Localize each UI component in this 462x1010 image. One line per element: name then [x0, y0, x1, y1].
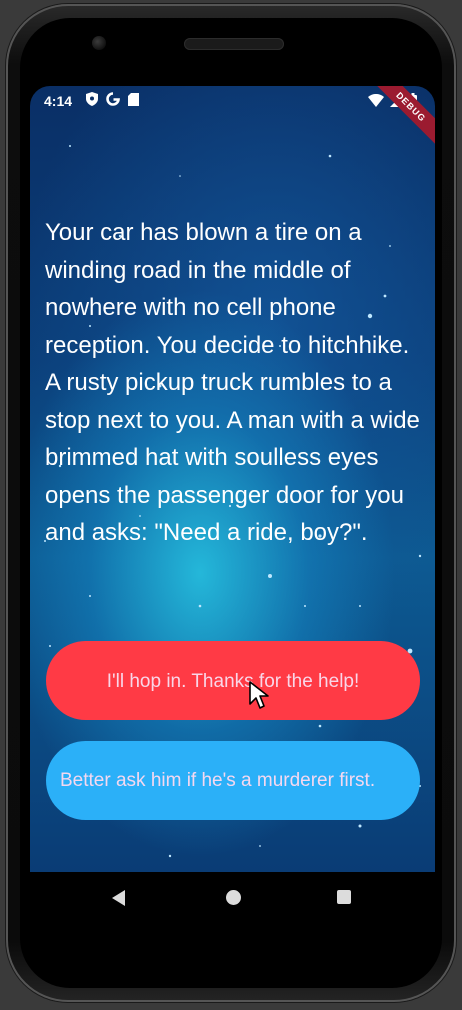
status-notification-icons: [86, 92, 139, 106]
shield-icon: [86, 92, 98, 106]
google-g-icon: [106, 92, 120, 106]
home-icon[interactable]: [226, 890, 241, 905]
status-time: 4:14: [44, 93, 73, 109]
status-bar: 4:14: [30, 86, 435, 116]
wifi-icon: [368, 93, 384, 107]
front-camera: [92, 36, 106, 50]
earpiece-speaker: [184, 38, 284, 50]
sd-card-icon: [128, 92, 139, 106]
recents-icon[interactable]: [337, 890, 351, 904]
mouse-cursor-icon: [249, 681, 269, 709]
choice-button-ask-murderer[interactable]: Better ask him if he's a murderer first.: [46, 741, 420, 820]
android-navigation-bar: [30, 872, 435, 922]
app-screen: 4:14 DEBUG Your car has blown a tire on …: [30, 86, 435, 872]
story-text: Your car has blown a tire on a winding r…: [45, 219, 420, 546]
choice-button-hop-in[interactable]: I'll hop in. Thanks for the help!: [46, 641, 420, 720]
back-icon[interactable]: [112, 890, 125, 906]
